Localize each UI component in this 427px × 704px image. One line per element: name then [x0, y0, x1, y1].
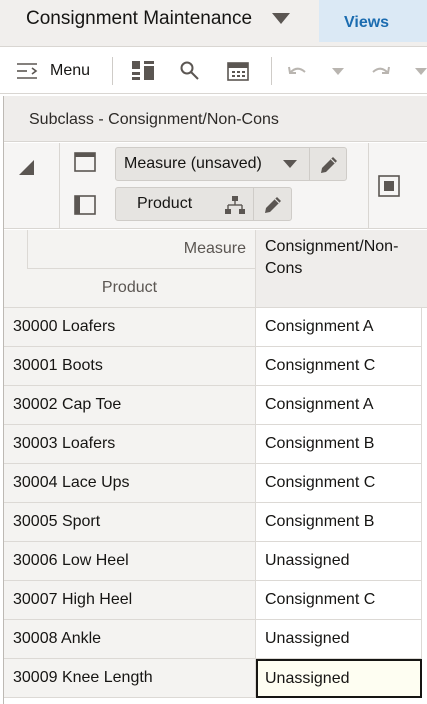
views-tab-label: Views	[344, 14, 390, 31]
value-cell[interactable]: Consignment A	[256, 308, 422, 347]
row-header[interactable]: 30005 Sport	[4, 503, 256, 542]
pivot-toggle-icon[interactable]	[378, 175, 400, 197]
column-header[interactable]: Consignment/Non- Cons	[256, 230, 427, 308]
row-header[interactable]: 30006 Low Heel	[4, 542, 256, 581]
column-header-line: Cons	[265, 260, 303, 277]
chevron-down-icon	[415, 68, 427, 75]
row-header[interactable]: 30007 High Heel	[4, 581, 256, 620]
redo-icon	[372, 66, 390, 74]
hamburger-icon	[17, 63, 38, 79]
menu-label: Menu	[50, 62, 91, 79]
row-header[interactable]: 30002 Cap Toe	[4, 386, 256, 425]
toolbar-divider	[112, 57, 113, 85]
chevron-down-icon[interactable]	[282, 159, 298, 169]
value-cell[interactable]: Unassigned	[256, 542, 422, 581]
pivot-divider	[368, 143, 369, 229]
worksheet-panel: Subclass - Consignment/Non-Cons Measure …	[3, 96, 427, 704]
views-tab[interactable]: Views	[319, 0, 427, 42]
value-cell[interactable]: Unassigned	[256, 659, 422, 698]
page-title[interactable]: Consignment Maintenance	[26, 8, 252, 30]
pivot-area: Measure (unsaved) Product	[4, 143, 427, 229]
menu-button[interactable]: Menu	[16, 48, 90, 94]
undo-icon	[288, 66, 306, 74]
search-icon	[180, 61, 199, 80]
calendar-icon	[227, 62, 249, 81]
pivot-divider	[59, 143, 60, 229]
measure-corner-label: Measure	[28, 230, 256, 269]
panel-header: Subclass - Consignment/Non-Cons	[4, 96, 427, 142]
search-button[interactable]	[179, 48, 201, 94]
pencil-icon[interactable]	[318, 154, 340, 176]
title-bar: Consignment Maintenance Views	[0, 0, 427, 47]
pencil-icon[interactable]	[262, 194, 284, 216]
measure-pill[interactable]: Measure (unsaved)	[115, 147, 347, 181]
redo-button[interactable]	[370, 48, 392, 94]
toolbar-divider	[271, 57, 272, 85]
row-header[interactable]: 30009 Knee Length	[4, 659, 256, 698]
row-layout-icon	[74, 195, 96, 215]
header-spacer	[4, 230, 28, 269]
column-layout-icon	[74, 152, 96, 172]
product-corner-label: Product	[4, 269, 256, 308]
toolbar: Menu	[0, 48, 427, 94]
value-cell[interactable]: Consignment C	[256, 347, 422, 386]
undo-button[interactable]	[286, 48, 308, 94]
hierarchy-icon[interactable]	[223, 195, 247, 215]
grid-header: Measure Product Consignment/Non- Cons	[4, 230, 427, 308]
measure-pill-label: Measure (unsaved)	[124, 155, 262, 172]
row-header[interactable]: 30008 Ankle	[4, 620, 256, 659]
value-cell[interactable]: Consignment C	[256, 581, 422, 620]
caret-down-icon[interactable]	[272, 13, 290, 24]
row-header[interactable]: 30003 Loafers	[4, 425, 256, 464]
pill-divider	[253, 188, 254, 220]
undo-dropdown[interactable]	[331, 48, 345, 94]
calendar-button[interactable]	[226, 48, 250, 94]
value-cell[interactable]: Consignment A	[256, 386, 422, 425]
row-header[interactable]: 30000 Loafers	[4, 308, 256, 347]
value-cell[interactable]: Consignment B	[256, 503, 422, 542]
product-pill-label: Product	[137, 195, 193, 212]
column-header-line: Consignment/Non-	[265, 238, 399, 255]
value-cell[interactable]: Unassigned	[256, 620, 422, 659]
corner-triangle-icon[interactable]	[19, 160, 34, 175]
redo-dropdown[interactable]	[414, 48, 427, 94]
pill-divider	[309, 148, 310, 180]
row-header[interactable]: 30004 Lace Ups	[4, 464, 256, 503]
panel-title: Subclass - Consignment/Non-Cons	[29, 111, 279, 128]
panels-button[interactable]	[130, 48, 156, 94]
panels-icon	[132, 61, 154, 80]
product-pill[interactable]: Product	[115, 187, 292, 221]
value-cell[interactable]: Consignment B	[256, 425, 422, 464]
value-cell[interactable]: Consignment C	[256, 464, 422, 503]
row-header[interactable]: 30001 Boots	[4, 347, 256, 386]
chevron-down-icon	[332, 68, 344, 75]
